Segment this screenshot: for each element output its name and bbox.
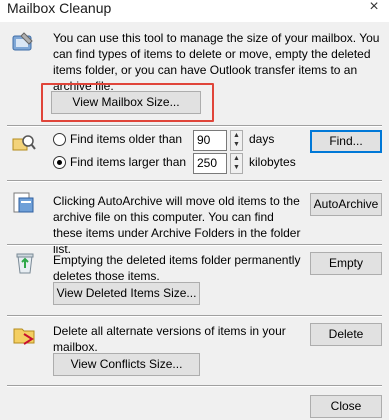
larger-than-radio[interactable] (53, 156, 66, 169)
autoarchive-icon (10, 190, 36, 216)
older-than-label: Find items older than (70, 132, 183, 146)
window-title: Mailbox Cleanup (7, 0, 112, 16)
older-than-spinner[interactable]: ▲ ▼ (230, 130, 243, 151)
find-items-icon (11, 130, 37, 156)
empty-button[interactable]: Empty (310, 252, 382, 275)
larger-than-label: Find items larger than (70, 155, 187, 169)
larger-than-kb-field[interactable]: 250 (193, 153, 227, 174)
older-than-days-field[interactable]: 90 (193, 130, 227, 151)
mailbox-tool-icon (10, 30, 36, 56)
delete-button[interactable]: Delete (310, 323, 382, 346)
conflicts-icon (12, 322, 38, 348)
view-deleted-items-size-button[interactable]: View Deleted Items Size... (53, 282, 200, 305)
autoarchive-button[interactable]: AutoArchive (310, 193, 382, 216)
find-button[interactable]: Find... (310, 130, 382, 153)
conflicts-description: Delete all alternate versions of items i… (53, 324, 286, 354)
view-conflicts-size-button[interactable]: View Conflicts Size... (53, 353, 200, 376)
window-close-icon[interactable]: × (364, 0, 384, 16)
recycle-bin-icon (12, 250, 38, 276)
kilobytes-unit-label: kilobytes (249, 155, 296, 169)
larger-than-spinner[interactable]: ▲ ▼ (230, 153, 243, 174)
close-button[interactable]: Close (310, 395, 382, 418)
autoarchive-description: Clicking AutoArchive will move old items… (53, 194, 301, 256)
deleted-items-description: Emptying the deleted items folder perman… (53, 253, 301, 283)
older-than-radio[interactable] (53, 133, 66, 146)
days-unit-label: days (249, 132, 275, 146)
highlight-annotation (41, 83, 214, 122)
